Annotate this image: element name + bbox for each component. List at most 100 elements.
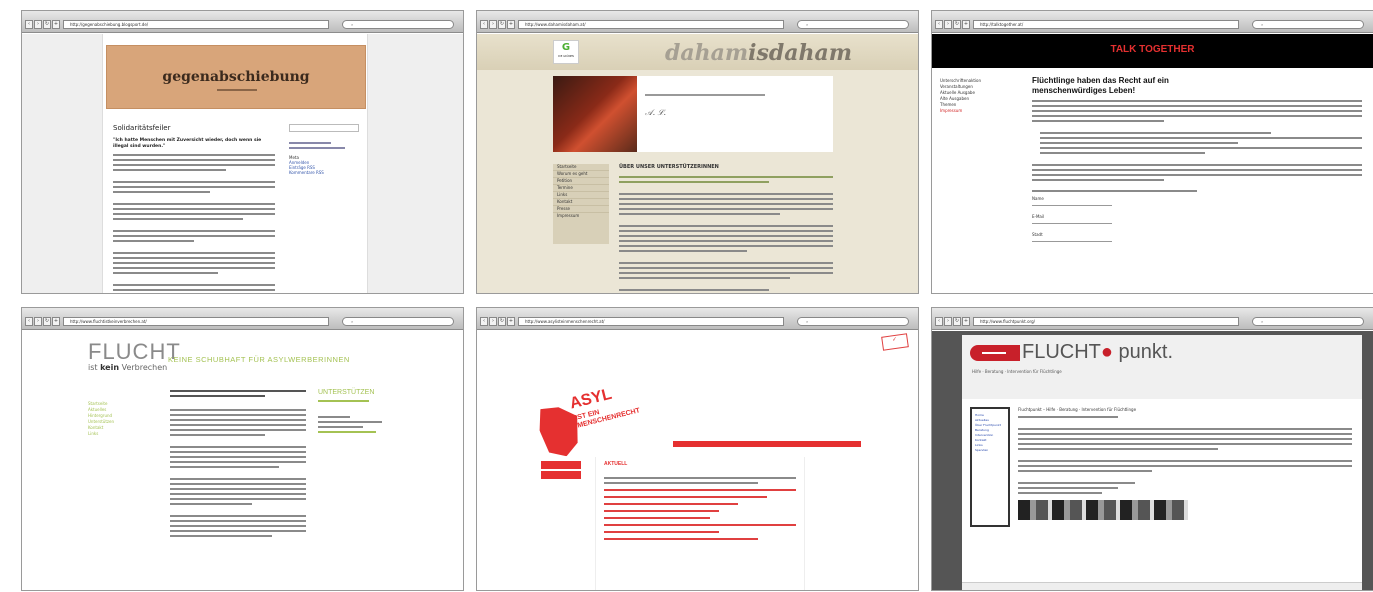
sidebar-nav: Home Aktuelles Über Fluchtpunkt Beratung…	[970, 407, 1010, 527]
article: Fluchtpunkt – Hilfe · Beratung · Interve…	[1018, 407, 1352, 520]
menu-item[interactable]: Petition	[553, 178, 609, 185]
browser-toolbar: ‹ › ↻ + http://talktogether.at/ ⌕	[932, 11, 1373, 33]
left-menu: Startseite Worum es geht Petition Termin…	[553, 164, 609, 244]
menu-item[interactable]: Kontakt	[553, 199, 609, 206]
signature: 𝒜. ℒ.	[645, 108, 667, 117]
add-bookmark-button[interactable]: +	[507, 317, 515, 326]
corner-logo[interactable]: ✓	[881, 333, 909, 351]
logo-ist: ist	[88, 363, 98, 372]
forward-button[interactable]: ›	[489, 20, 497, 29]
site-title-suffix: isdaham	[748, 40, 853, 66]
site-header: G DIE GRÜNEN dahamisdaham	[477, 34, 918, 70]
section-title: Solidaritätsfeiler	[113, 124, 171, 132]
logo-text[interactable]: FLUCHT● punkt.	[1022, 341, 1173, 364]
side-heading[interactable]: UNTERSTÜTZEN	[318, 389, 382, 397]
address-bar[interactable]: http://talktogether.at/	[973, 20, 1239, 29]
menu-item[interactable]: Presse	[553, 206, 609, 213]
reload-button[interactable]: ↻	[43, 20, 51, 29]
page-viewport: G DIE GRÜNEN dahamisdaham 𝒜. ℒ. Startsei…	[477, 34, 918, 293]
reload-button[interactable]: ↻	[498, 20, 506, 29]
search-widget[interactable]	[289, 124, 359, 132]
site-header: FLUCHT● punkt. Hilfe · Beratung · Interv…	[962, 335, 1362, 399]
menu-item[interactable]: Startseite	[553, 164, 609, 171]
menu-item[interactable]: Termine	[553, 185, 609, 192]
right-sidebar: UNTERSTÜTZEN	[318, 389, 382, 436]
address-bar[interactable]: http://www.asylisteinmenschenrecht.at/	[518, 317, 784, 326]
browser-toolbar: ‹ › ↻ + http://gegenabschiebung.blogspor…	[22, 11, 463, 33]
reload-button[interactable]: ↻	[953, 317, 961, 326]
nav-item[interactable]: Spenden	[975, 448, 1005, 453]
forward-button[interactable]: ›	[34, 20, 42, 29]
reload-button[interactable]: ↻	[43, 317, 51, 326]
reload-button[interactable]: ↻	[953, 20, 961, 29]
browser-window-asyl-menschenrecht: ‹ › ↻ + http://www.asylisteinmenschenrec…	[476, 307, 919, 591]
blog-page: gegenabschiebung Solidaritätsfeiler "Ich…	[102, 34, 368, 293]
search-field[interactable]: ⌕	[1252, 20, 1364, 29]
city-input[interactable]	[1032, 238, 1112, 242]
address-bar[interactable]: http://gegenabschiebung.blogsport.de/	[63, 20, 329, 29]
add-bookmark-button[interactable]: +	[52, 20, 60, 29]
article	[170, 387, 306, 540]
address-bar[interactable]: http://www.fluchtistkeinverbrechen.at/	[63, 317, 329, 326]
red-button[interactable]	[541, 471, 581, 479]
search-field[interactable]: ⌕	[342, 317, 454, 326]
banner-title[interactable]: TALK TOGETHER	[932, 44, 1373, 55]
back-button[interactable]: ‹	[935, 317, 943, 326]
logo-kein: kein	[100, 363, 120, 372]
browser-toolbar: ‹ › ↻ + http://www.asylisteinmenschenrec…	[477, 308, 918, 330]
menu-item[interactable]: Links	[553, 192, 609, 199]
menu-item[interactable]: Worum es geht	[553, 171, 609, 178]
back-button[interactable]: ‹	[935, 20, 943, 29]
back-button[interactable]: ‹	[25, 317, 33, 326]
address-bar[interactable]: http://www.fluchtpunkt.org/	[973, 317, 1239, 326]
post-body: "Ich hatte Menschen mit Zuversicht wiede…	[113, 138, 275, 293]
site-title-prefix: daham	[665, 40, 749, 66]
logo-letter: G	[561, 42, 571, 53]
main-heading: Flüchtlinge haben das Recht auf ein mens…	[1032, 76, 1169, 95]
nav-item[interactable]: Links	[88, 431, 158, 437]
reload-button[interactable]: ↻	[498, 317, 506, 326]
add-bookmark-button[interactable]: +	[52, 317, 60, 326]
search-field[interactable]: ⌕	[797, 20, 909, 29]
browser-window-flucht-kein-verbrechen: ‹ › ↻ + http://www.fluchtistkeinverbrech…	[21, 307, 464, 591]
tagline: Hilfe · Beratung · Intervention für Flüc…	[972, 369, 1062, 374]
back-button[interactable]: ‹	[480, 20, 488, 29]
forward-button[interactable]: ›	[489, 317, 497, 326]
main-column: AKTUELL	[595, 457, 805, 590]
add-bookmark-button[interactable]: +	[962, 317, 970, 326]
back-button[interactable]: ‹	[480, 317, 488, 326]
add-bookmark-button[interactable]: +	[507, 20, 515, 29]
blog-title[interactable]: gegenabschiebung	[107, 69, 365, 85]
site-logo[interactable]: FLUCHT ist kein Verbrechen	[88, 339, 181, 373]
forward-button[interactable]: ›	[34, 317, 42, 326]
green-party-logo[interactable]: G DIE GRÜNEN	[553, 40, 579, 64]
back-button[interactable]: ‹	[25, 20, 33, 29]
left-nav: Unterschriftenaktion Veranstaltungen Akt…	[940, 78, 1020, 114]
logo-main: FLUCHT	[88, 339, 181, 364]
name-input[interactable]	[1032, 202, 1112, 206]
browser-window-gegenabschiebung: ‹ › ↻ + http://gegenabschiebung.blogspor…	[21, 10, 464, 294]
logo-suffix: punkt.	[1118, 341, 1174, 363]
search-field[interactable]: ⌕	[797, 317, 909, 326]
address-bar[interactable]: http://www.dahamisdaham.at/	[518, 20, 784, 29]
search-field[interactable]: ⌕	[342, 20, 454, 29]
browser-toolbar: ‹ › ↻ + http://www.dahamisdaham.at/ ⌕	[477, 11, 918, 33]
menu-item[interactable]: Impressum	[553, 213, 609, 219]
red-strip	[673, 441, 861, 447]
email-input[interactable]	[1032, 220, 1112, 224]
forward-button[interactable]: ›	[944, 20, 952, 29]
sidebar-item-comments-rss[interactable]: Kommentare RSS	[289, 170, 359, 175]
page-viewport: ✓ ASYL IST EIN MENSCHENRECHT AKTUELL	[477, 331, 918, 590]
logo-main: FLUCHT	[1022, 341, 1101, 363]
left-buttons	[541, 461, 581, 479]
arrow-logo[interactable]	[970, 345, 1020, 361]
forward-button[interactable]: ›	[944, 317, 952, 326]
nav-item-active[interactable]: Impressum	[940, 108, 1020, 114]
add-bookmark-button[interactable]: +	[962, 20, 970, 29]
search-field[interactable]: ⌕	[1252, 317, 1364, 326]
red-button[interactable]	[541, 461, 581, 469]
blog-header-banner: gegenabschiebung	[106, 45, 366, 109]
site-title[interactable]: dahamisdaham	[665, 40, 852, 66]
browser-toolbar: ‹ › ↻ + http://www.fluchtpunkt.org/ ⌕	[932, 308, 1373, 330]
browser-window-fluchtpunkt: ‹ › ↻ + http://www.fluchtpunkt.org/ ⌕ FL…	[931, 307, 1373, 591]
